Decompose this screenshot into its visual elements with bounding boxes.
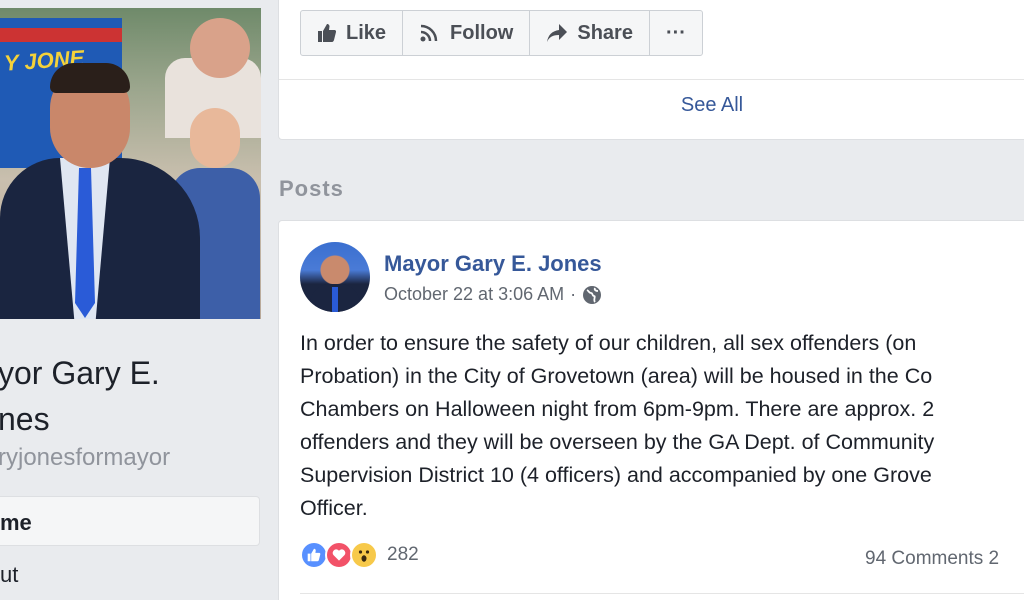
post-meta: October 22 at 3:06 AM · <box>384 284 602 305</box>
follow-button[interactable]: Follow <box>403 11 531 55</box>
campaign-sign-stripe <box>0 28 122 42</box>
more-icon: ··· <box>665 21 686 44</box>
author-avatar[interactable] <box>300 242 370 312</box>
follow-label: Follow <box>450 21 514 44</box>
meta-separator: · <box>570 284 577 304</box>
comments-count[interactable]: 94 Comments 2 <box>865 548 999 570</box>
profile-photo[interactable]: Y JONE <box>0 8 261 319</box>
divider <box>279 79 1024 80</box>
page-actions-card: Like Follow Share ··· See All <box>278 0 1024 140</box>
rss-icon <box>420 24 438 42</box>
globe-icon[interactable] <box>582 285 602 305</box>
left-column: Y JONE yor Gary E. nes ryjonesformayor m… <box>0 0 278 600</box>
posts-heading: Posts <box>279 176 344 201</box>
post-card: Mayor Gary E. Jones October 22 at 3:06 A… <box>278 220 1024 600</box>
page-name: yor Gary E. nes <box>0 355 160 437</box>
post-timestamp[interactable]: October 22 at 3:06 AM <box>384 284 564 305</box>
page-handle[interactable]: ryjonesformayor <box>0 444 170 472</box>
divider <box>300 593 1024 594</box>
nav-about[interactable]: ut <box>0 562 18 588</box>
photo-child-head <box>190 108 240 168</box>
like-label: Like <box>346 21 387 44</box>
action-bar: Like Follow Share ··· <box>300 10 703 56</box>
see-all-link[interactable]: See All <box>279 94 1024 117</box>
like-reaction-icon <box>300 541 328 569</box>
more-button[interactable]: ··· <box>650 11 702 55</box>
share-label: Share <box>577 21 633 44</box>
reactions-summary[interactable]: 282 <box>300 541 419 569</box>
share-arrow-icon <box>547 24 568 42</box>
post-author[interactable]: Mayor Gary E. Jones <box>384 251 602 277</box>
thumbs-up-icon <box>318 24 337 42</box>
nav-home[interactable]: me <box>0 496 260 546</box>
photo-bystander-head <box>190 18 250 78</box>
wow-reaction-icon <box>350 541 378 569</box>
post-text: In order to ensure the safety of our chi… <box>300 331 935 520</box>
avatar-tie <box>332 287 338 312</box>
love-reaction-icon <box>325 541 353 569</box>
photo-mayor-hair <box>50 63 130 93</box>
like-button[interactable]: Like <box>301 11 404 55</box>
reaction-count: 282 <box>387 544 419 565</box>
share-button[interactable]: Share <box>530 11 650 55</box>
